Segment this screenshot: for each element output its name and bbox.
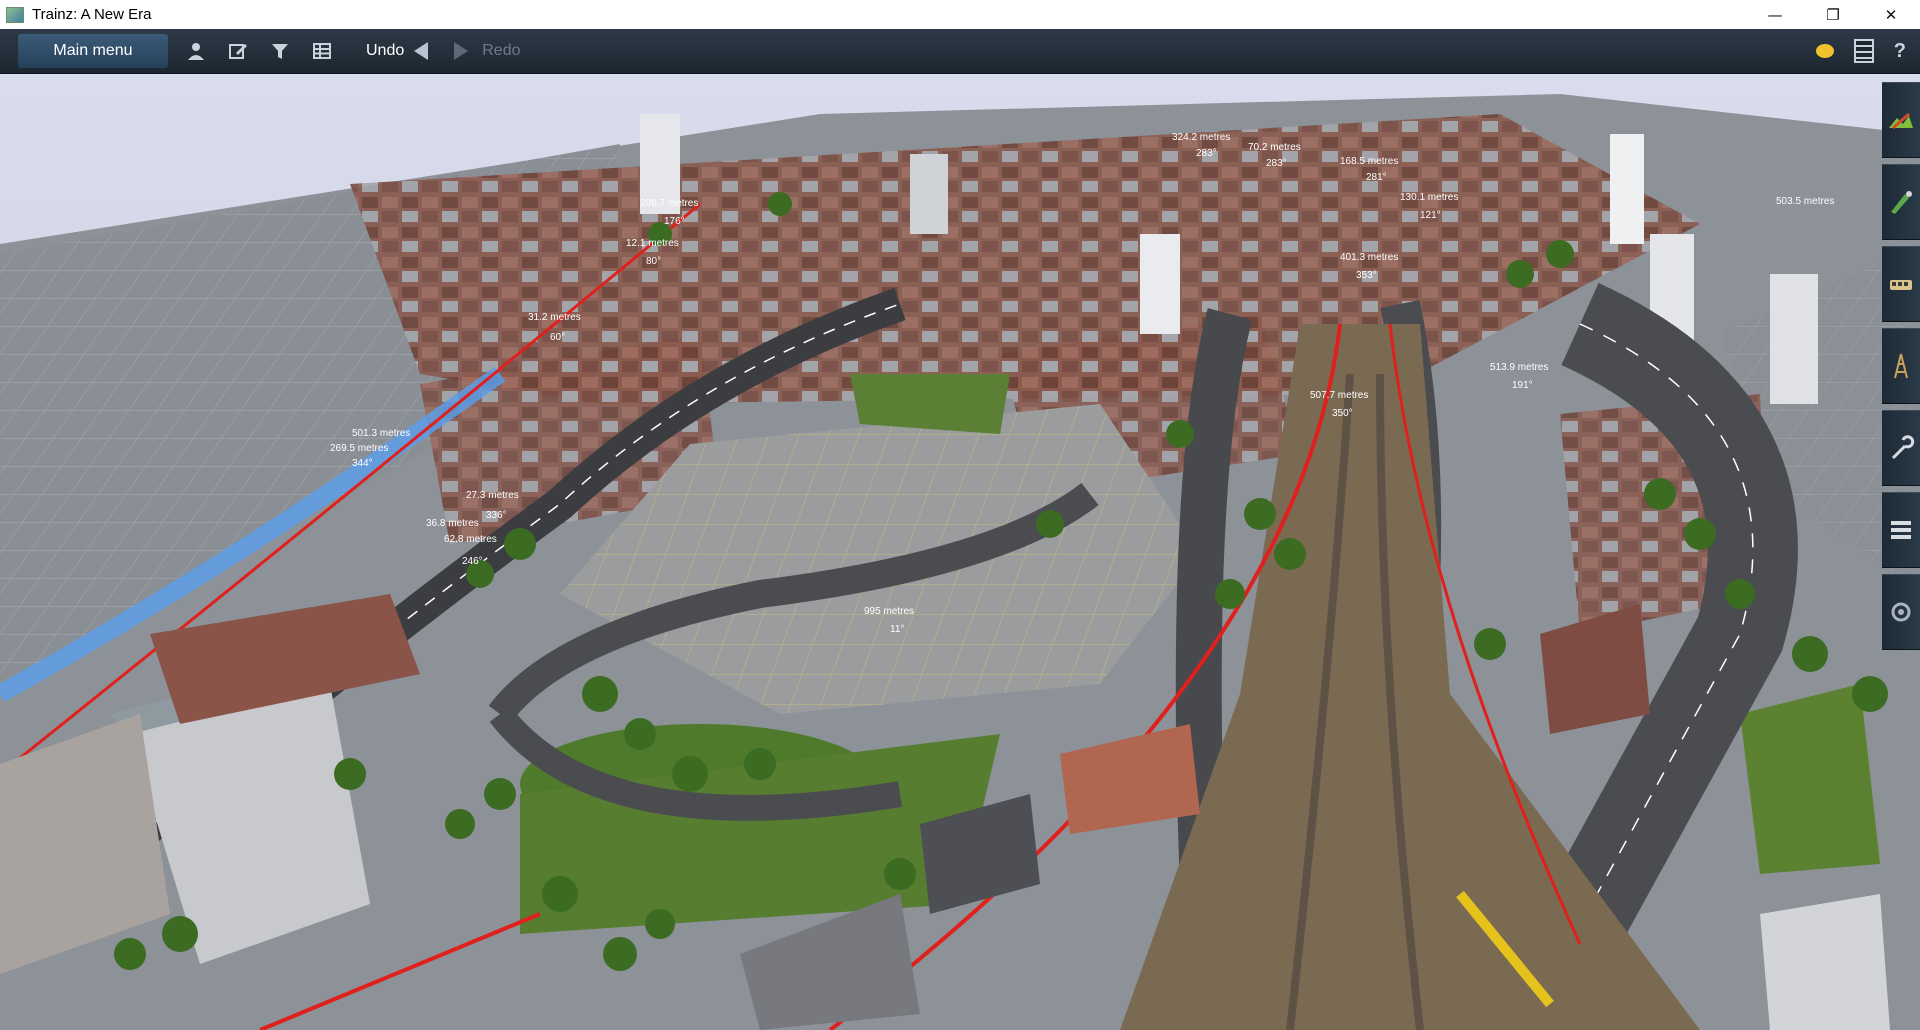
window-controls: — ❐ ✕ bbox=[1746, 0, 1920, 29]
measure-label: 353° bbox=[1356, 270, 1377, 281]
measure-label: 27.3 metres bbox=[466, 490, 519, 501]
main-menu-button[interactable]: Main menu bbox=[18, 34, 168, 68]
measure-label: 31.2 metres bbox=[528, 312, 581, 323]
settings-tool-button[interactable] bbox=[1882, 574, 1920, 650]
wrench-tool-icon bbox=[1891, 435, 1915, 460]
measure-label: 501.3 metres bbox=[352, 428, 410, 439]
settings-tool-icon bbox=[1891, 602, 1911, 622]
restore-button[interactable]: ❐ bbox=[1804, 0, 1862, 29]
measure-label: 336° bbox=[486, 510, 507, 521]
paint-tool-icon bbox=[1891, 191, 1912, 214]
measure-label: 168.5 metres bbox=[1340, 156, 1398, 167]
measure-label: 176° bbox=[664, 216, 685, 227]
paint-tool-button[interactable] bbox=[1882, 164, 1920, 240]
measure-label: 513.9 metres bbox=[1490, 362, 1548, 373]
help-button[interactable]: ? bbox=[1894, 40, 1906, 63]
measure-label: 344° bbox=[352, 458, 373, 469]
tool-palette bbox=[1882, 82, 1920, 650]
measure-label: 191° bbox=[1512, 380, 1533, 391]
measure-label: 246° bbox=[462, 556, 483, 567]
grid-table-icon[interactable] bbox=[308, 37, 336, 65]
measure-label: 80° bbox=[646, 256, 661, 267]
measure-label: 350° bbox=[1332, 408, 1353, 419]
close-button[interactable]: ✕ bbox=[1862, 0, 1920, 29]
app-icon bbox=[6, 6, 24, 23]
undo-button[interactable]: Undo bbox=[366, 42, 404, 60]
layers-tool-button[interactable] bbox=[1882, 492, 1920, 568]
measure-label: 206.7 metres bbox=[640, 198, 698, 209]
measure-label: 62.8 metres bbox=[444, 534, 497, 545]
measure-label: 281° bbox=[1366, 172, 1387, 183]
measure-label: 507.7 metres bbox=[1310, 390, 1368, 401]
measure-label: 36.8 metres bbox=[426, 518, 479, 529]
measure-label: 283° bbox=[1266, 158, 1287, 169]
editor-toolbar: Main menu Undo Redo ? bbox=[0, 29, 1920, 74]
track-tool-icon bbox=[1894, 353, 1908, 379]
wrench-tool-button[interactable] bbox=[1882, 410, 1920, 486]
minimize-button[interactable]: — bbox=[1746, 0, 1804, 29]
track-tool-button[interactable] bbox=[1882, 328, 1920, 404]
film-icon[interactable] bbox=[1853, 39, 1874, 63]
window-title: Trainz: A New Era bbox=[32, 6, 152, 23]
measure-label: 60° bbox=[550, 332, 565, 343]
measure-label: 130.1 metres bbox=[1400, 192, 1458, 203]
measure-label: 324.2 metres bbox=[1172, 132, 1230, 143]
undo-arrow-icon[interactable] bbox=[414, 42, 429, 60]
measure-label: 503.5 metres bbox=[1776, 196, 1834, 207]
measure-label: 401.3 metres bbox=[1340, 252, 1398, 263]
measure-label: 283° bbox=[1196, 148, 1217, 159]
terrain-tool-icon bbox=[1889, 112, 1913, 130]
measure-label: 11° bbox=[890, 624, 904, 635]
measure-label: 12.1 metres bbox=[626, 238, 679, 249]
redo-button[interactable]: Redo bbox=[482, 42, 520, 60]
objects-tool-icon bbox=[1890, 280, 1912, 290]
measure-label: 269.5 metres bbox=[330, 443, 388, 454]
edit-icon[interactable] bbox=[224, 37, 252, 65]
filter-icon[interactable] bbox=[266, 37, 294, 65]
measure-label: 121° bbox=[1420, 210, 1441, 221]
measure-label: 995 metres bbox=[864, 606, 914, 617]
chat-icon[interactable] bbox=[1815, 44, 1834, 58]
redo-arrow-icon[interactable] bbox=[454, 42, 469, 60]
world-scene: 501.3 metres 269.5 metres 344° 27.3 metr… bbox=[0, 74, 1920, 1030]
window-titlebar: Trainz: A New Era — ❐ ✕ bbox=[0, 0, 1920, 29]
toolbar-right-group: ? bbox=[1815, 29, 1906, 73]
measure-label: 70.2 metres bbox=[1248, 142, 1301, 153]
world-viewport[interactable]: 501.3 metres 269.5 metres 344° 27.3 metr… bbox=[0, 74, 1920, 1030]
terrain-tool-button[interactable] bbox=[1882, 82, 1920, 158]
person-icon[interactable] bbox=[182, 37, 210, 65]
objects-tool-button[interactable] bbox=[1882, 246, 1920, 322]
layers-tool-icon bbox=[1891, 521, 1911, 539]
